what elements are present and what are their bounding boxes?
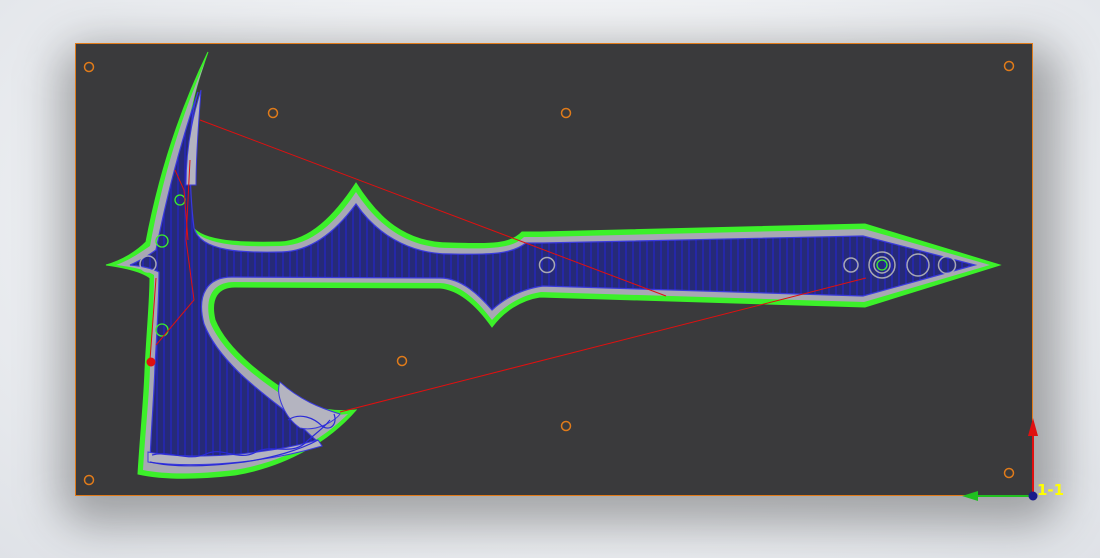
coordinate-triad [962,418,1038,501]
fixture-hole[interactable] [560,420,572,432]
y-axis-arrow [962,491,978,501]
fixture-hole[interactable] [1003,60,1015,72]
fixture-hole[interactable] [1003,467,1015,479]
fixture-hole[interactable] [267,107,279,119]
triad-label: 1-1 [1037,481,1065,499]
fixture-hole[interactable] [396,355,408,367]
x-axis-arrow [1028,418,1038,436]
cam-scene[interactable] [0,0,1100,558]
fixture-hole[interactable] [83,474,95,486]
graphics-viewport[interactable]: 1-1 [0,0,1100,558]
toolpath-start-point[interactable] [146,357,156,367]
fixture-hole[interactable] [560,107,572,119]
fixture-hole[interactable] [83,61,95,73]
